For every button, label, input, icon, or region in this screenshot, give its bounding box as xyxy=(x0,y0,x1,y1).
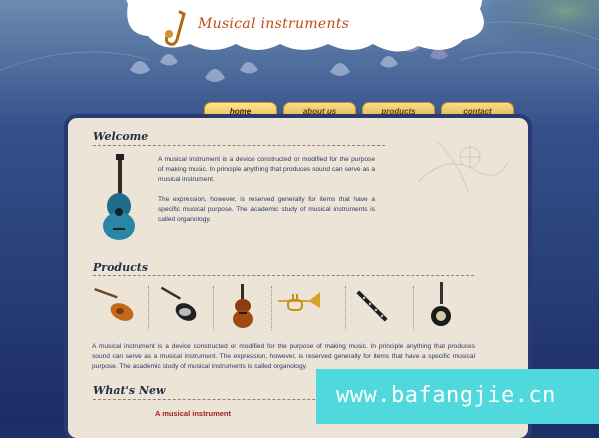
products-divider xyxy=(93,275,474,276)
welcome-divider xyxy=(93,145,385,146)
product-violin[interactable] xyxy=(219,282,267,330)
saxophone-icon xyxy=(164,10,186,46)
tab-products[interactable]: products xyxy=(362,102,435,119)
product-trumpet[interactable] xyxy=(276,282,324,330)
tab-home[interactable]: home xyxy=(204,102,277,119)
floral-ornament xyxy=(417,141,509,193)
product-bass-guitar[interactable] xyxy=(418,282,466,330)
tab-about-us[interactable]: about us xyxy=(283,102,356,119)
product-separator xyxy=(413,286,414,330)
welcome-heading: Welcome xyxy=(93,130,149,143)
product-separator xyxy=(345,286,346,330)
tab-contact[interactable]: contact xyxy=(441,102,514,119)
product-electric-guitar[interactable] xyxy=(90,282,138,330)
acoustic-guitar-image xyxy=(103,154,135,240)
watermark-banner: www.bafangjie.cn xyxy=(316,369,599,424)
logo-text: Musical instruments xyxy=(198,16,350,32)
product-separator xyxy=(213,286,214,330)
welcome-paragraph-2: The expression, however, is reserved gen… xyxy=(158,196,375,223)
product-electric-guitar-black[interactable] xyxy=(154,282,202,330)
main-nav: home about us products contact xyxy=(204,102,514,119)
products-heading: Products xyxy=(93,261,149,274)
site-logo[interactable]: Musical instruments xyxy=(160,8,349,48)
products-paragraph: A musical instrument is a device constru… xyxy=(92,343,475,370)
watermark-text: www.bafangjie.cn xyxy=(336,383,556,408)
product-separator xyxy=(148,286,149,330)
site-header: Musical instruments xyxy=(0,0,599,112)
whats-new-heading: What's New xyxy=(93,384,166,397)
whats-new-item-title[interactable]: A musical instrument xyxy=(155,409,231,418)
welcome-paragraph-1: A musical instrument is a device constru… xyxy=(158,156,375,183)
product-clarinet[interactable] xyxy=(348,282,396,330)
product-separator xyxy=(271,286,272,330)
